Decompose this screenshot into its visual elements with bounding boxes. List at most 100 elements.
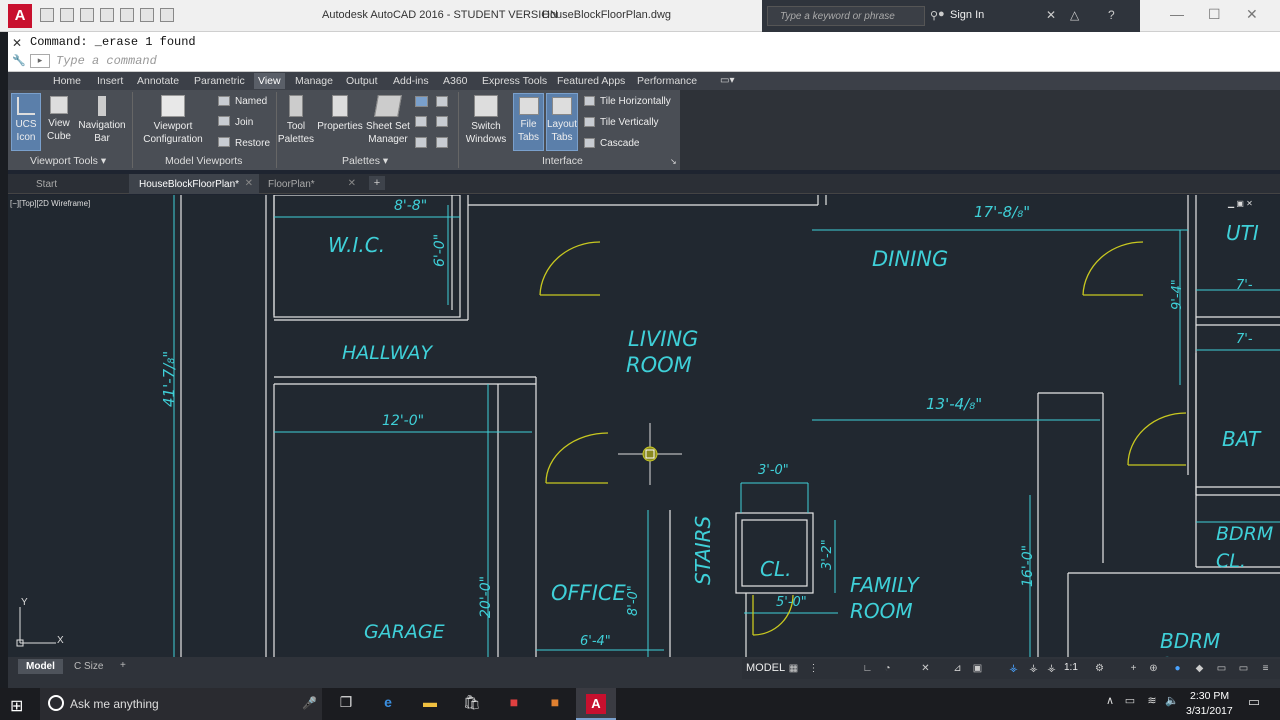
autodesk-icon[interactable]: △ bbox=[1070, 8, 1079, 22]
auto-scale-icon[interactable]: ⚶ bbox=[1028, 663, 1039, 674]
print-icon[interactable] bbox=[120, 8, 134, 22]
viewport-configuration-button[interactable]: Viewport Configuration bbox=[140, 93, 206, 151]
polar-icon[interactable]: ◔ bbox=[882, 663, 893, 674]
grid-icon[interactable]: ▦ bbox=[788, 663, 799, 674]
minimize-button[interactable]: — bbox=[1170, 6, 1184, 22]
annotation-scale[interactable]: 1:1 bbox=[1064, 662, 1078, 673]
edge-icon[interactable]: e bbox=[378, 694, 398, 714]
file-tab-start[interactable]: Start bbox=[26, 174, 130, 194]
new-layout-icon[interactable]: + bbox=[120, 660, 126, 671]
properties-button[interactable]: Properties bbox=[317, 93, 363, 151]
ucs-icon-button[interactable]: UCS Icon bbox=[11, 93, 41, 151]
file-tabs-button[interactable]: File Tabs bbox=[513, 93, 544, 151]
customization-icon[interactable]: ≡ bbox=[1260, 663, 1271, 674]
cortana-search[interactable]: Ask me anything 🎤 bbox=[40, 688, 322, 720]
battery-icon[interactable]: ▭ bbox=[1120, 694, 1140, 714]
layout-tabs-button[interactable]: Layout Tabs bbox=[546, 93, 578, 151]
quick-properties-icon[interactable]: ● bbox=[1172, 663, 1183, 674]
restore-button[interactable]: Restore bbox=[235, 137, 270, 150]
gift-icon[interactable]: ■ bbox=[504, 694, 524, 714]
annotation-visibility-icon[interactable]: ⚶ bbox=[1008, 663, 1019, 674]
panel-launcher-icon[interactable]: ↘ bbox=[670, 157, 677, 166]
close-icon[interactable]: ✕ bbox=[245, 178, 253, 189]
command-input[interactable]: Type a command bbox=[56, 54, 157, 68]
command-prompt-icon[interactable]: ▸ bbox=[30, 54, 50, 68]
view-cube-button[interactable]: View Cube bbox=[44, 93, 74, 151]
wifi-icon[interactable]: ≋ bbox=[1142, 694, 1162, 714]
workspace-icon[interactable]: ⚙ bbox=[1094, 663, 1105, 674]
new-tab-icon[interactable]: + bbox=[369, 176, 385, 190]
file-tab-houseblockfloorplan[interactable]: HouseBlockFloorPlan* ✕ bbox=[129, 174, 259, 194]
selection-cycling-icon[interactable]: ▣ bbox=[972, 663, 983, 674]
ribbon-options-icon[interactable]: ▭▾ bbox=[720, 75, 734, 86]
palette-small-icon-5[interactable] bbox=[415, 137, 427, 148]
tab-featured-apps[interactable]: Featured Apps bbox=[557, 75, 625, 87]
clock-date[interactable]: 3/31/2017 bbox=[1186, 705, 1233, 717]
tab-home[interactable]: Home bbox=[53, 75, 81, 87]
tab-parametric[interactable]: Parametric bbox=[194, 75, 245, 87]
sheet-set-manager-button[interactable]: Sheet Set Manager bbox=[364, 93, 412, 151]
redo-icon[interactable] bbox=[160, 8, 174, 22]
join-button[interactable]: Join bbox=[235, 116, 253, 129]
volume-icon[interactable]: 🔈 bbox=[1162, 694, 1182, 714]
tool-palettes-button[interactable]: Tool Palettes bbox=[276, 93, 316, 151]
task-view-icon[interactable]: ❐ bbox=[336, 694, 356, 714]
tab-output[interactable]: Output bbox=[346, 75, 378, 87]
named-button[interactable]: Named bbox=[235, 95, 267, 108]
app-orange-icon[interactable]: ■ bbox=[545, 694, 565, 714]
model-space-toggle[interactable]: MODEL bbox=[746, 662, 785, 674]
binoculars-icon[interactable]: ⚲ bbox=[930, 9, 938, 22]
palette-small-icon-6[interactable] bbox=[436, 137, 448, 148]
annotation-scale-icon[interactable]: ⚶ bbox=[1046, 663, 1057, 674]
undo-icon[interactable] bbox=[140, 8, 154, 22]
drawing-canvas[interactable]: [−][Top][2D Wireframe] ▁ ▣ ✕ Y X W.I.C. … bbox=[8, 195, 1280, 657]
search-input[interactable]: Type a keyword or phrase bbox=[767, 6, 925, 26]
windows-start-icon[interactable]: ⊞ bbox=[10, 696, 23, 716]
tab-express-tools[interactable]: Express Tools bbox=[482, 75, 547, 87]
autocad-logo-icon[interactable]: A bbox=[8, 4, 32, 28]
tab-annotate[interactable]: Annotate bbox=[137, 75, 179, 87]
tile-vertically-button[interactable]: Tile Vertically bbox=[600, 116, 659, 129]
tab-add-ins[interactable]: Add-ins bbox=[393, 75, 429, 87]
wrench-icon[interactable]: 🔧 bbox=[12, 54, 26, 67]
tab-view[interactable]: View bbox=[254, 73, 285, 89]
microphone-icon[interactable]: 🎤 bbox=[302, 696, 317, 710]
panel-viewport-tools[interactable]: Viewport Tools ▾ bbox=[30, 155, 106, 167]
cascade-button[interactable]: Cascade bbox=[600, 137, 639, 150]
close-icon[interactable]: ✕ bbox=[348, 178, 356, 189]
isolate-objects-icon[interactable]: ◆ bbox=[1194, 663, 1205, 674]
navigation-bar-button[interactable]: Navigation Bar bbox=[76, 93, 128, 151]
notifications-icon[interactable]: ▭ bbox=[1244, 694, 1264, 714]
close-icon[interactable]: ✕ bbox=[12, 36, 22, 50]
file-tab-floorplan[interactable]: FloorPlan* ✕ bbox=[258, 174, 362, 194]
palette-small-icon-4[interactable] bbox=[436, 116, 448, 127]
tab-c-size[interactable]: C Size bbox=[74, 661, 103, 672]
hardware-acceleration-icon[interactable]: ▭ bbox=[1216, 663, 1227, 674]
exchange-icon[interactable]: ✕ bbox=[1046, 8, 1056, 22]
store-icon[interactable]: 🛍 bbox=[462, 694, 482, 714]
tab-performance[interactable]: Performance bbox=[637, 75, 697, 87]
palette-small-icon-3[interactable] bbox=[415, 116, 427, 127]
palette-small-icon-1[interactable] bbox=[415, 96, 428, 107]
new-icon[interactable] bbox=[40, 8, 54, 22]
clean-screen-icon[interactable]: ▭ bbox=[1238, 663, 1249, 674]
file-explorer-icon[interactable]: ▬ bbox=[420, 694, 440, 714]
switch-windows-button[interactable]: Switch Windows bbox=[462, 93, 510, 151]
show-hidden-icons-icon[interactable]: ∧ bbox=[1100, 694, 1120, 714]
tab-manage[interactable]: Manage bbox=[295, 75, 333, 87]
units-icon[interactable]: ⊕ bbox=[1148, 663, 1159, 674]
help-icon[interactable]: ? bbox=[1108, 8, 1115, 22]
tab-insert[interactable]: Insert bbox=[97, 75, 123, 87]
autocad-taskbar-icon[interactable]: A bbox=[576, 688, 616, 720]
sign-in-button[interactable]: Sign In bbox=[950, 9, 984, 21]
lineweight-icon[interactable]: ⊿ bbox=[952, 663, 963, 674]
close-button[interactable]: ✕ bbox=[1246, 6, 1258, 23]
annotation-monitor-icon[interactable]: + bbox=[1128, 663, 1139, 674]
palette-small-icon-2[interactable] bbox=[436, 96, 448, 107]
snap-icon[interactable]: ⋮ bbox=[808, 663, 819, 674]
open-icon[interactable] bbox=[60, 8, 74, 22]
panel-palettes[interactable]: Palettes ▾ bbox=[342, 155, 388, 167]
tab-a360[interactable]: A360 bbox=[443, 75, 468, 87]
clock-time[interactable]: 2:30 PM bbox=[1190, 690, 1229, 702]
maximize-button[interactable]: ☐ bbox=[1208, 6, 1221, 23]
